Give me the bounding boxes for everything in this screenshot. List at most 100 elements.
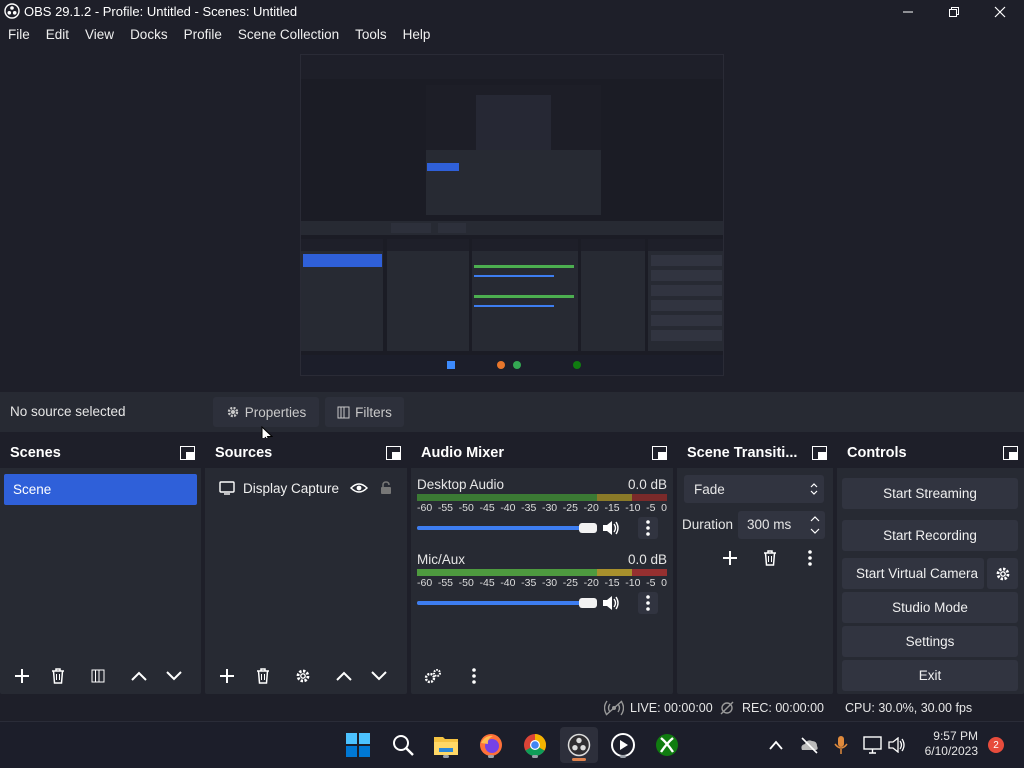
onedrive-offline-icon[interactable] — [799, 736, 819, 754]
recursive-preview-image — [301, 55, 723, 375]
desktop-audio-volume-fill — [417, 526, 587, 530]
running-indicator — [532, 755, 538, 758]
monitor-icon — [219, 481, 235, 495]
tick-label: -30 — [541, 502, 558, 514]
studio-mode-button[interactable]: Studio Mode — [842, 592, 1018, 623]
add-scene-button[interactable] — [7, 662, 37, 690]
undock-icon[interactable] — [386, 446, 401, 460]
mic-aux-menu-button[interactable] — [638, 592, 658, 614]
move-source-up-button[interactable] — [329, 662, 359, 690]
notification-badge[interactable]: 2 — [988, 737, 1004, 753]
scene-filters-button[interactable] — [83, 662, 113, 690]
move-scene-up-button[interactable] — [124, 662, 154, 690]
controls-title: Controls — [847, 445, 907, 461]
mic-aux-volume-fill — [417, 601, 587, 605]
properties-button[interactable]: Properties — [213, 397, 319, 427]
undock-icon[interactable] — [180, 446, 195, 460]
menu-file[interactable]: File — [0, 24, 38, 46]
start-virtual-camera-button[interactable]: Start Virtual Camera — [842, 558, 984, 589]
media-player-button[interactable] — [608, 730, 638, 760]
audio-mixer-menu-button[interactable] — [459, 662, 489, 690]
rec-time: REC: 00:00:00 — [742, 701, 824, 715]
microphone-icon[interactable] — [834, 735, 848, 755]
preview-canvas[interactable] — [300, 54, 724, 376]
trash-icon — [257, 668, 269, 684]
exit-button[interactable]: Exit — [842, 660, 1018, 691]
active-indicator — [572, 758, 586, 761]
start-button[interactable] — [343, 730, 373, 760]
tick-label: -5 — [646, 502, 656, 514]
scenes-dock-header: Scenes — [0, 438, 201, 468]
eye-icon[interactable] — [350, 482, 369, 494]
menu-edit[interactable]: Edit — [38, 24, 77, 46]
remove-source-button[interactable] — [248, 662, 278, 690]
speaker-icon[interactable] — [602, 520, 620, 536]
obs-logo-icon — [4, 3, 20, 19]
close-button[interactable] — [977, 0, 1023, 24]
undock-icon[interactable] — [1003, 446, 1018, 460]
transition-menu-button[interactable] — [795, 544, 825, 572]
minimize-button[interactable] — [885, 0, 931, 24]
add-source-button[interactable] — [212, 662, 242, 690]
obs-taskbar-button[interactable] — [560, 727, 598, 763]
file-explorer-icon — [434, 737, 458, 755]
chevron-down-icon — [166, 671, 182, 681]
menu-bar: File Edit View Docks Profile Scene Colle… — [0, 24, 1024, 46]
move-scene-down-button[interactable] — [159, 662, 189, 690]
network-icon[interactable] — [863, 736, 883, 754]
source-properties-button[interactable] — [288, 662, 318, 690]
filters-button[interactable]: Filters — [325, 397, 404, 427]
tick-label: -50 — [458, 502, 474, 514]
menu-profile[interactable]: Profile — [176, 24, 230, 46]
audio-mixer-dock-header: Audio Mixer — [411, 438, 673, 468]
transitions-title: Scene Transiti... — [687, 445, 798, 461]
kebab-icon — [646, 520, 650, 536]
start-streaming-button[interactable]: Start Streaming — [842, 478, 1018, 509]
source-toolbar: No source selected — [0, 392, 1024, 432]
move-source-down-button[interactable] — [364, 662, 394, 690]
tick-label: -10 — [625, 577, 641, 589]
chevron-up-icon[interactable] — [769, 740, 783, 750]
mic-aux-name: Mic/Aux — [417, 552, 466, 567]
remove-transition-button[interactable] — [755, 544, 785, 572]
scenes-footer — [0, 658, 201, 694]
mic-aux-db: 0.0 dB — [627, 552, 667, 567]
menu-docks[interactable]: Docks — [122, 24, 176, 46]
add-transition-button[interactable] — [715, 544, 745, 572]
advanced-audio-button[interactable] — [418, 662, 448, 690]
menu-view[interactable]: View — [77, 24, 122, 46]
unlock-icon[interactable] — [380, 481, 392, 495]
clock-time: 9:57 PM — [933, 729, 978, 743]
duration-spinbox[interactable]: 300 ms — [738, 511, 825, 539]
tick-label: 0 — [661, 577, 667, 589]
sources-dock: Sources Display Capture — [205, 438, 407, 694]
chrome-button[interactable] — [520, 730, 550, 760]
desktop-audio-menu-button[interactable] — [638, 517, 658, 539]
settings-button[interactable]: Settings — [842, 626, 1018, 657]
scene-list-item[interactable]: Scene — [4, 474, 197, 505]
start-recording-button[interactable]: Start Recording — [842, 520, 1018, 551]
undock-icon[interactable] — [652, 446, 667, 460]
transition-select[interactable]: Fade — [684, 475, 824, 503]
clock[interactable]: 9:57 PM 6/10/2023 — [918, 729, 978, 759]
speaker-icon[interactable] — [602, 595, 620, 611]
file-explorer-button[interactable] — [431, 730, 461, 760]
xbox-button[interactable] — [652, 730, 682, 760]
undock-icon[interactable] — [812, 446, 827, 460]
tick-label: -55 — [437, 502, 454, 514]
menu-help[interactable]: Help — [395, 24, 439, 46]
source-name: Display Capture — [243, 480, 340, 496]
remove-scene-button[interactable] — [43, 662, 73, 690]
trash-icon — [764, 550, 776, 566]
maximize-button[interactable] — [931, 0, 977, 24]
firefox-button[interactable] — [476, 730, 506, 760]
source-list-item[interactable]: Display Capture — [209, 474, 402, 502]
volume-icon[interactable] — [888, 737, 906, 753]
virtual-camera-settings-button[interactable] — [987, 558, 1018, 589]
menu-tools[interactable]: Tools — [347, 24, 395, 46]
windows-taskbar: 9:57 PM 6/10/2023 2 — [0, 721, 1024, 768]
desktop-audio-volume-handle[interactable] — [579, 523, 597, 533]
menu-scene-collection[interactable]: Scene Collection — [230, 24, 347, 46]
search-button[interactable] — [388, 730, 418, 760]
mic-aux-volume-handle[interactable] — [579, 598, 597, 608]
